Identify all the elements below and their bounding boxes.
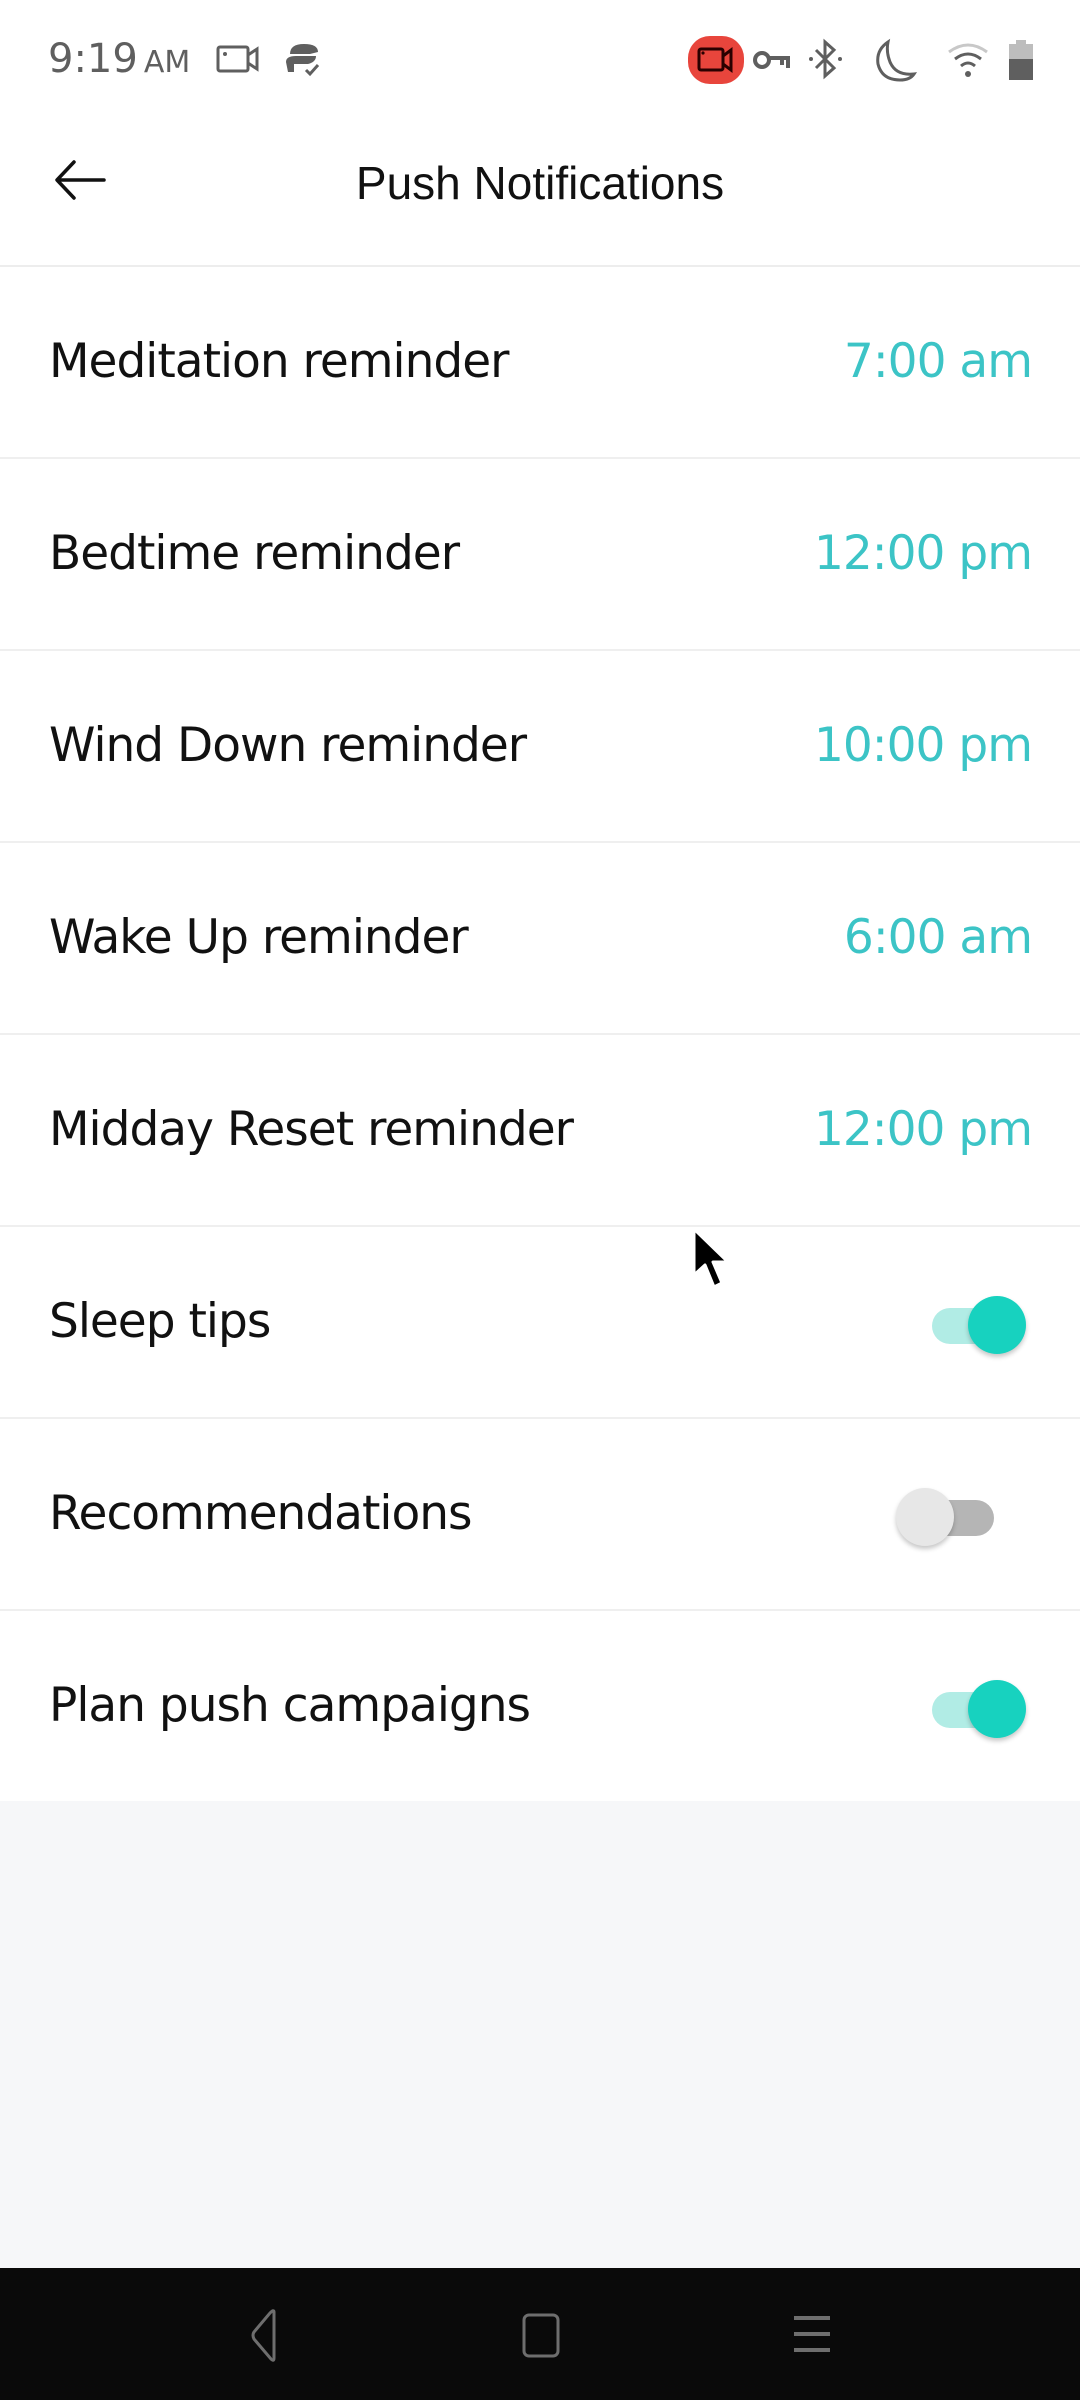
menu-lines-icon	[794, 2316, 830, 2352]
sleep-tips-toggle[interactable]	[924, 1294, 1026, 1354]
status-time: 9:19 AM	[48, 36, 190, 82]
reminder-label: Midday Reset reminder	[49, 1102, 574, 1157]
toggle-label: Recommendations	[49, 1486, 472, 1541]
reminder-row-midday-reset[interactable]: Midday Reset reminder 12:00 pm	[0, 1035, 1080, 1227]
status-time-value: 9:19	[48, 36, 138, 82]
reminder-time[interactable]: 7:00 am	[844, 267, 1033, 457]
plan-push-campaigns-toggle[interactable]	[924, 1678, 1026, 1738]
mouse-pointer-icon	[692, 1227, 730, 1289]
reminder-row-wake-up[interactable]: Wake Up reminder 6:00 am	[0, 843, 1080, 1035]
wifi-icon	[948, 43, 988, 77]
screen-record-icon	[216, 45, 259, 73]
home-square-icon	[522, 2313, 560, 2358]
reminder-time[interactable]: 12:00 pm	[814, 1035, 1033, 1225]
reminder-row-bedtime[interactable]: Bedtime reminder 12:00 pm	[0, 459, 1080, 651]
nav-recents-button[interactable]	[780, 2304, 844, 2368]
page-title: Push Notifications	[355, 157, 725, 209]
reminder-row-meditation[interactable]: Meditation reminder 7:00 am	[0, 267, 1080, 459]
sync-check-icon	[286, 44, 320, 77]
nav-back-button[interactable]	[234, 2304, 298, 2368]
empty-background	[0, 1801, 1080, 2268]
vpn-key-icon	[753, 51, 790, 69]
toggle-thumb	[968, 1680, 1026, 1738]
reminder-label: Bedtime reminder	[49, 526, 460, 581]
back-triangle-icon	[251, 2309, 276, 2362]
app-bar: Push Notifications	[0, 122, 1080, 267]
toggle-thumb	[968, 1296, 1026, 1354]
reminder-time[interactable]: 12:00 pm	[814, 459, 1033, 649]
status-bar: 9:19 AM	[0, 0, 1080, 122]
bluetooth-icon	[809, 38, 842, 80]
reminder-time[interactable]: 10:00 pm	[814, 651, 1033, 841]
toggle-thumb	[896, 1488, 954, 1546]
toggle-label: Sleep tips	[49, 1294, 271, 1349]
nav-home-button[interactable]	[508, 2304, 572, 2368]
reminder-row-wind-down[interactable]: Wind Down reminder 10:00 pm	[0, 651, 1080, 843]
toggle-label: Plan push campaigns	[49, 1678, 531, 1733]
toggle-row-sleep-tips[interactable]: Sleep tips	[0, 1227, 1080, 1419]
reminder-label: Wake Up reminder	[49, 910, 469, 965]
battery-icon	[1009, 40, 1033, 80]
recording-active-icon	[688, 36, 744, 84]
notification-settings-list: Meditation reminder 7:00 am Bedtime remi…	[0, 267, 1080, 1803]
reminder-label: Wind Down reminder	[49, 718, 527, 773]
toggle-row-plan-push-campaigns[interactable]: Plan push campaigns	[0, 1611, 1080, 1803]
system-navigation-bar	[0, 2268, 1080, 2400]
recommendations-toggle[interactable]	[896, 1486, 1024, 1546]
do-not-disturb-moon-icon	[876, 38, 918, 82]
reminder-time[interactable]: 6:00 am	[844, 843, 1033, 1033]
reminder-label: Meditation reminder	[49, 334, 509, 389]
toggle-row-recommendations[interactable]: Recommendations	[0, 1419, 1080, 1611]
status-time-ampm: AM	[143, 45, 191, 80]
